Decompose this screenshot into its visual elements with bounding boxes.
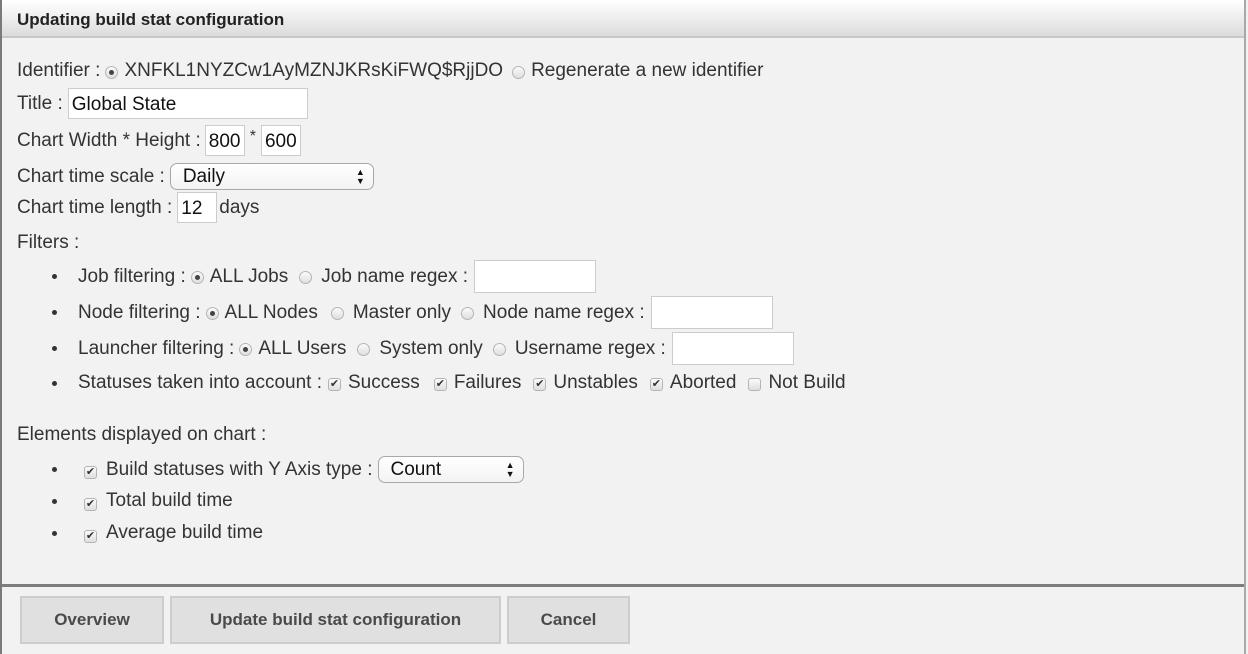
unstables-checkbox[interactable]: ✔ xyxy=(533,377,547,391)
all-jobs-radio[interactable] xyxy=(190,271,204,284)
elements-label-row: Elements displayed on chart : xyxy=(17,424,266,446)
time-scale-value: Daily xyxy=(182,166,226,187)
success-label: Success xyxy=(348,372,420,393)
y-axis-type-value: Count xyxy=(390,459,442,480)
identifier-label: Identifier : xyxy=(17,60,101,81)
unstables-label: Unstables xyxy=(553,372,638,393)
time-scale-label: Chart time scale : xyxy=(17,165,165,187)
cancel-button[interactable]: Cancel xyxy=(507,596,630,644)
y-axis-type-select[interactable]: Count ▲ ▼ xyxy=(377,456,524,483)
failures-checkbox[interactable]: ✔ xyxy=(433,377,447,391)
success-checkbox[interactable]: ✔ xyxy=(328,377,341,391)
aborted-checkbox[interactable]: ✔ xyxy=(649,377,663,391)
dialog-header: Updating build stat configuration xyxy=(2,0,1244,38)
identifier-row: Identifier : XNFKL1NYZCw1AyMZNJKRsKiFWQ$… xyxy=(17,60,763,82)
identifier-value: XNFKL1NYZCw1AyMZNJKRsKiFWQ$RjjDO xyxy=(124,60,504,81)
identifier-current-radio[interactable] xyxy=(105,65,119,79)
overview-button[interactable]: Overview xyxy=(20,596,164,644)
launcher-filter-label: Launcher filtering : xyxy=(78,337,235,359)
bullet xyxy=(52,310,57,315)
title-row: Title : Global State xyxy=(17,88,308,119)
job-regex-input[interactable] xyxy=(474,260,597,293)
updown-arrows-icon: ▲ ▼ xyxy=(355,167,365,186)
bullet xyxy=(52,498,57,504)
all-users-label: ALL Users xyxy=(258,337,347,359)
dialog-title: Updating build stat configuration xyxy=(17,10,285,29)
average-build-time-label: Average build time xyxy=(106,522,264,543)
username-regex-radio[interactable] xyxy=(492,343,506,356)
filters-label-row: Filters : xyxy=(17,232,79,254)
aborted-label: Aborted xyxy=(669,372,737,393)
time-length-input[interactable]: 12 xyxy=(177,192,218,223)
username-regex-label: Username regex : xyxy=(514,337,666,359)
chart-width-input[interactable]: 800 xyxy=(204,125,245,156)
total-build-time-label: Total build time xyxy=(106,490,233,511)
filters-label: Filters : xyxy=(17,232,80,253)
all-nodes-radio[interactable] xyxy=(205,307,219,320)
time-length-row: Chart time length : 12 days xyxy=(17,192,259,223)
statuses-label: Statuses taken into account : xyxy=(78,372,322,393)
system-only-label: System only xyxy=(379,337,483,359)
time-length-label: Chart time length : xyxy=(17,196,173,218)
regenerate-identifier-label: Regenerate a new identifier xyxy=(531,60,764,81)
build-statuses-label: Build statuses with Y Axis type : xyxy=(106,458,373,480)
bullet xyxy=(52,467,57,472)
title-label: Title : xyxy=(17,93,63,114)
updown-arrows-icon: ▲ ▼ xyxy=(505,460,515,479)
size-separator: * xyxy=(249,127,256,145)
username-regex-input[interactable] xyxy=(671,332,794,365)
statuses-row: Statuses taken into account : ✔ Success … xyxy=(52,372,846,394)
job-regex-label: Job name regex : xyxy=(321,265,469,287)
title-input[interactable]: Global State xyxy=(67,88,308,119)
time-scale-select[interactable]: Daily ▲ ▼ xyxy=(169,163,374,190)
build-stat-dialog: Updating build stat configuration Identi… xyxy=(0,0,1246,654)
system-only-radio[interactable] xyxy=(357,343,371,356)
all-jobs-label: ALL Jobs xyxy=(209,265,289,287)
bullet xyxy=(52,346,57,351)
bullet xyxy=(52,380,57,386)
node-filter-row: Node filtering : ALL Nodes Master only N… xyxy=(52,296,773,329)
time-length-unit: days xyxy=(219,196,260,218)
node-filter-label: Node filtering : xyxy=(78,301,201,323)
not-build-label: Not Build xyxy=(768,372,846,393)
not-build-checkbox[interactable] xyxy=(748,377,762,391)
failures-label: Failures xyxy=(453,372,522,393)
total-build-time-row: ✔ Total build time xyxy=(52,490,233,512)
node-regex-label: Node name regex : xyxy=(483,301,645,323)
master-only-label: Master only xyxy=(352,301,452,323)
average-build-time-row: ✔ Average build time xyxy=(52,522,263,544)
launcher-filter-row: Launcher filtering : ALL Users System on… xyxy=(52,332,794,365)
update-configuration-button[interactable]: Update build stat configuration xyxy=(170,596,501,644)
chart-size-row: Chart Width * Height : 800 * 600 xyxy=(17,125,301,156)
node-regex-radio[interactable] xyxy=(461,307,475,320)
all-nodes-label: ALL Nodes xyxy=(224,301,318,323)
node-regex-input[interactable] xyxy=(650,296,773,329)
bullet xyxy=(52,530,57,536)
master-only-radio[interactable] xyxy=(330,307,344,320)
average-build-time-checkbox[interactable]: ✔ xyxy=(84,529,97,543)
job-filter-label: Job filtering : xyxy=(78,265,186,287)
chart-size-label: Chart Width * Height : xyxy=(17,129,201,151)
all-users-radio[interactable] xyxy=(239,343,253,356)
footer-divider xyxy=(2,584,1244,587)
job-regex-radio[interactable] xyxy=(299,271,313,284)
elements-label: Elements displayed on chart : xyxy=(17,424,267,445)
bullet xyxy=(52,274,57,279)
build-statuses-row: ✔ Build statuses with Y Axis type : Coun… xyxy=(52,456,524,483)
regenerate-identifier-radio[interactable] xyxy=(512,65,526,79)
chart-height-input[interactable]: 600 xyxy=(260,125,301,156)
time-scale-row: Chart time scale : Daily ▲ ▼ xyxy=(17,163,374,190)
build-statuses-checkbox[interactable]: ✔ xyxy=(84,466,97,479)
total-build-time-checkbox[interactable]: ✔ xyxy=(84,497,97,511)
job-filter-row: Job filtering : ALL Jobs Job name regex … xyxy=(52,260,597,293)
